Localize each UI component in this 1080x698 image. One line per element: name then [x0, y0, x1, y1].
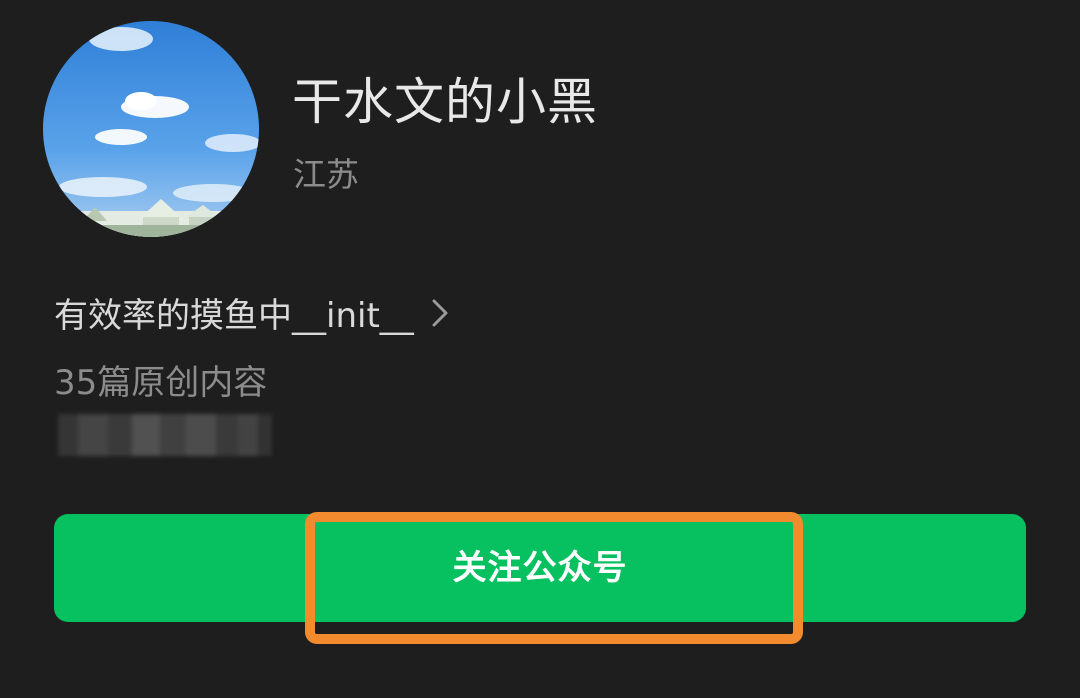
- original-article-count[interactable]: 35篇原创内容: [54, 355, 267, 404]
- avatar-image: [43, 21, 259, 237]
- follow-account-button[interactable]: [54, 514, 1026, 622]
- account-name: 干水文的小黑: [292, 73, 598, 131]
- chevron-right-icon: [430, 295, 450, 331]
- account-region: 江苏: [293, 155, 359, 194]
- bio-text: 有效率的摸鱼中__init__: [54, 296, 414, 336]
- account-profile-card: 干水文的小黑 江苏 有效率的摸鱼中__init__ 35篇原创内容 关注公众号: [0, 0, 1080, 698]
- avatar[interactable]: [43, 21, 259, 237]
- bio-row[interactable]: 有效率的摸鱼中__init__: [54, 288, 450, 337]
- blurred-redacted-text: [58, 414, 272, 456]
